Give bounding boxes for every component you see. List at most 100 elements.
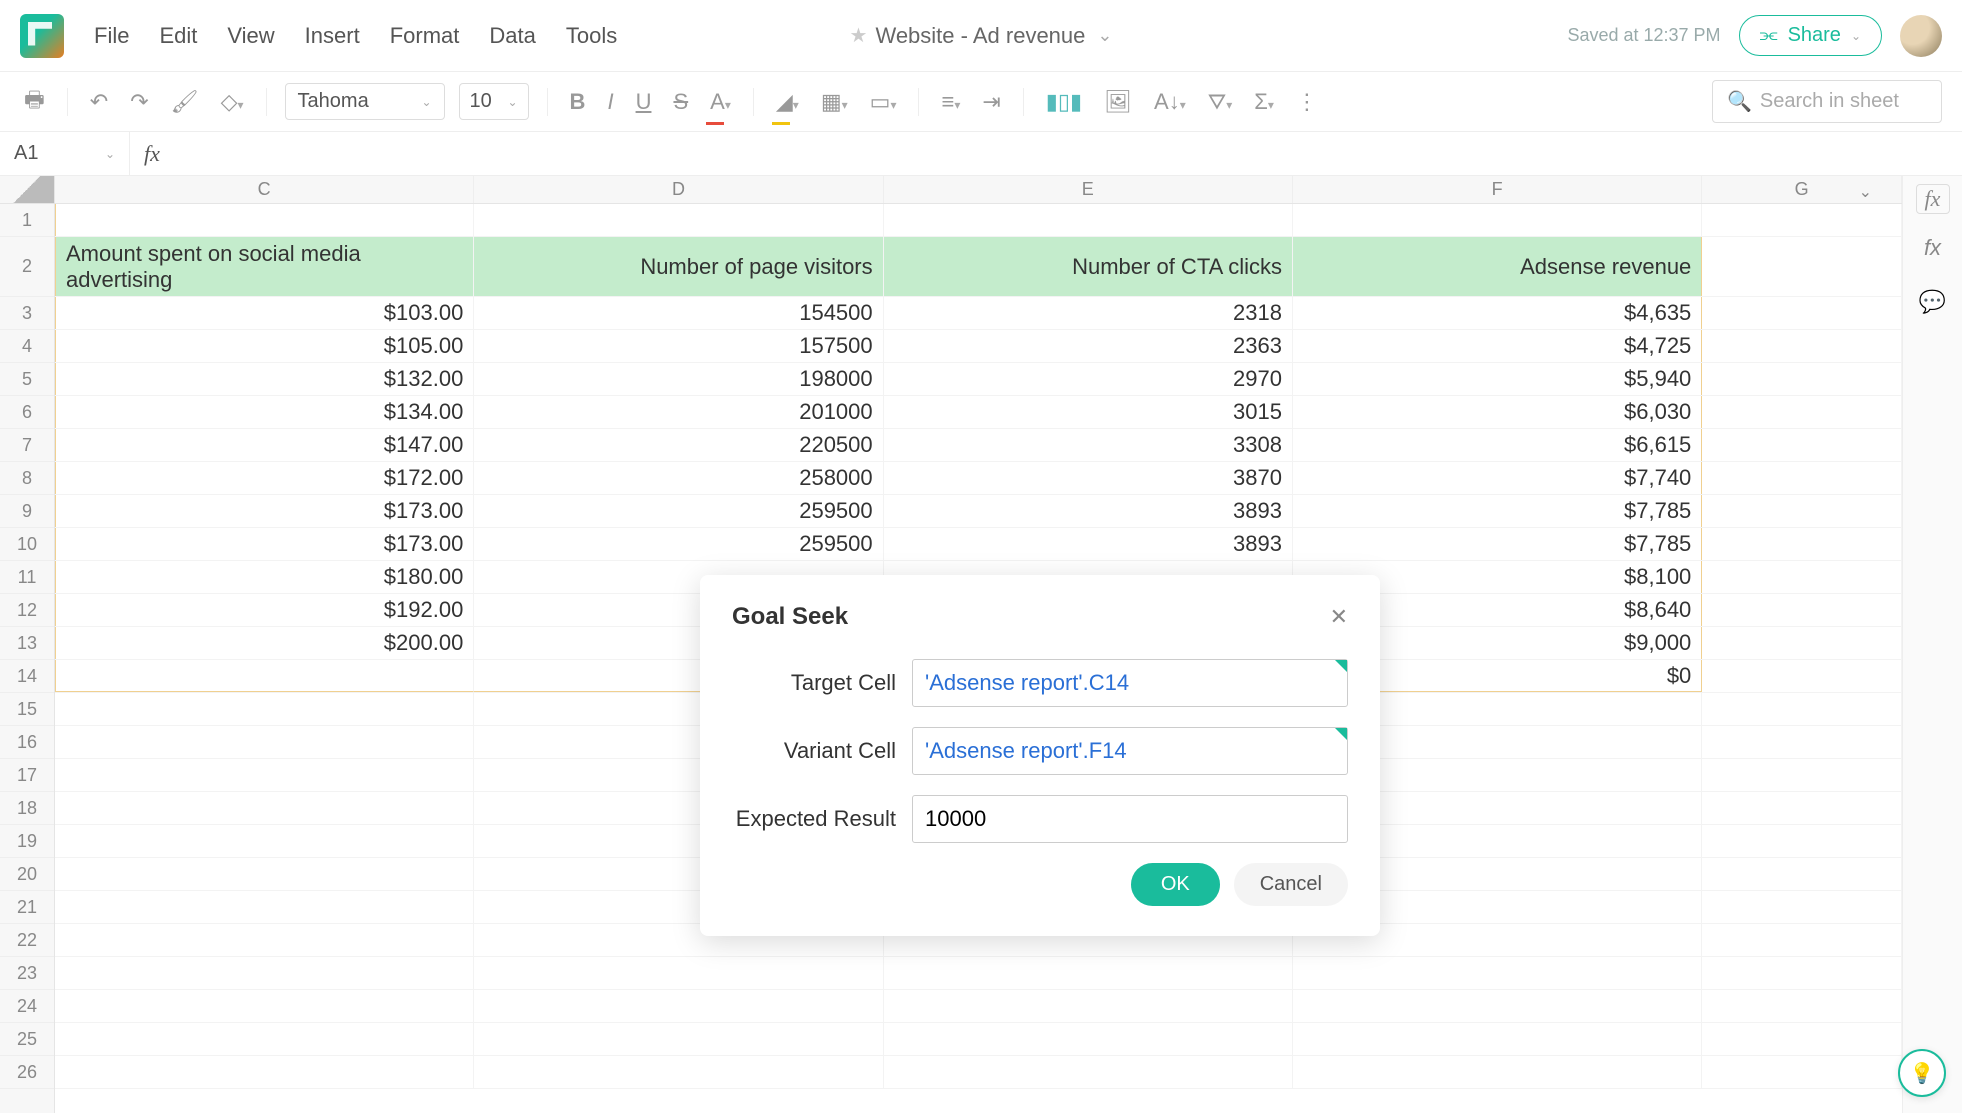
cell[interactable] bbox=[1702, 594, 1902, 626]
chevron-down-icon[interactable]: ⌄ bbox=[1097, 25, 1112, 46]
print-icon[interactable]: 🖶 bbox=[20, 79, 49, 125]
cell[interactable] bbox=[1702, 891, 1902, 923]
menu-format[interactable]: Format bbox=[390, 23, 460, 49]
cell[interactable]: 220500 bbox=[474, 429, 883, 461]
cell[interactable] bbox=[1702, 462, 1902, 494]
menu-view[interactable]: View bbox=[227, 23, 274, 49]
font-family-select[interactable]: Tahoma ⌄ bbox=[285, 83, 445, 120]
row-header[interactable]: 14 bbox=[0, 660, 54, 693]
row-header[interactable]: 19 bbox=[0, 825, 54, 858]
italic-icon[interactable]: I bbox=[603, 85, 617, 119]
cell[interactable] bbox=[884, 957, 1293, 989]
cell[interactable] bbox=[55, 924, 474, 956]
row-header[interactable]: 10 bbox=[0, 528, 54, 561]
cell[interactable] bbox=[1293, 1056, 1702, 1088]
cell[interactable]: $6,030 bbox=[1293, 396, 1702, 428]
cell[interactable] bbox=[1702, 1056, 1902, 1088]
cell[interactable]: 2970 bbox=[884, 363, 1293, 395]
name-box[interactable]: A1 ⌄ bbox=[0, 132, 130, 175]
cell[interactable] bbox=[55, 693, 474, 725]
cell[interactable]: 3015 bbox=[884, 396, 1293, 428]
cell[interactable] bbox=[1702, 660, 1902, 692]
cell[interactable] bbox=[1293, 957, 1702, 989]
row-header[interactable]: 21 bbox=[0, 891, 54, 924]
undo-icon[interactable]: ↶ bbox=[86, 85, 112, 119]
cell[interactable] bbox=[474, 957, 883, 989]
cell[interactable]: 2318 bbox=[884, 297, 1293, 329]
row-header[interactable]: 25 bbox=[0, 1023, 54, 1056]
cell[interactable]: $105.00 bbox=[55, 330, 474, 362]
cell[interactable] bbox=[1702, 429, 1902, 461]
cell[interactable]: Amount spent on social media advertising bbox=[55, 237, 474, 296]
cell[interactable]: 259500 bbox=[474, 528, 883, 560]
cell[interactable]: 3893 bbox=[884, 495, 1293, 527]
borders-icon[interactable]: ▦▾ bbox=[817, 85, 852, 119]
cell[interactable]: $134.00 bbox=[55, 396, 474, 428]
cell[interactable] bbox=[1702, 1023, 1902, 1055]
cell[interactable]: 201000 bbox=[474, 396, 883, 428]
column-header[interactable]: C bbox=[55, 176, 474, 203]
cell[interactable] bbox=[1702, 528, 1902, 560]
help-icon[interactable]: 💡 bbox=[1898, 1049, 1946, 1097]
cell[interactable] bbox=[1702, 363, 1902, 395]
row-header[interactable]: 24 bbox=[0, 990, 54, 1023]
underline-icon[interactable]: U bbox=[632, 85, 656, 119]
app-logo-icon[interactable] bbox=[20, 14, 64, 58]
cell[interactable]: $173.00 bbox=[55, 495, 474, 527]
cell[interactable]: $180.00 bbox=[55, 561, 474, 593]
filter-icon[interactable]: ⛛▾ bbox=[1204, 85, 1237, 119]
row-header[interactable]: 15 bbox=[0, 693, 54, 726]
menu-tools[interactable]: Tools bbox=[566, 23, 617, 49]
cell[interactable] bbox=[55, 759, 474, 791]
cell[interactable]: $132.00 bbox=[55, 363, 474, 395]
menu-insert[interactable]: Insert bbox=[305, 23, 360, 49]
cell[interactable] bbox=[55, 1023, 474, 1055]
row-header[interactable]: 17 bbox=[0, 759, 54, 792]
row-header[interactable]: 16 bbox=[0, 726, 54, 759]
variant-cell-input[interactable]: 'Adsense report'.F14 bbox=[912, 727, 1348, 775]
cell[interactable] bbox=[1702, 825, 1902, 857]
avatar[interactable] bbox=[1900, 15, 1942, 57]
cell[interactable]: $6,615 bbox=[1293, 429, 1702, 461]
more-icon[interactable]: ⋮ bbox=[1292, 85, 1322, 119]
cell[interactable]: 154500 bbox=[474, 297, 883, 329]
cell[interactable] bbox=[55, 825, 474, 857]
side-fx-panel-icon[interactable]: fx bbox=[1913, 228, 1953, 268]
row-header[interactable]: 12 bbox=[0, 594, 54, 627]
cell[interactable] bbox=[1702, 297, 1902, 329]
sum-icon[interactable]: Σ▾ bbox=[1250, 85, 1278, 119]
cell[interactable]: 259500 bbox=[474, 495, 883, 527]
font-size-select[interactable]: 10 ⌄ bbox=[459, 83, 529, 120]
cell[interactable] bbox=[1702, 759, 1902, 791]
column-header[interactable]: G bbox=[1702, 176, 1902, 203]
expected-result-input[interactable]: 10000 bbox=[912, 795, 1348, 843]
cell[interactable] bbox=[474, 1023, 883, 1055]
fill-color-icon[interactable]: ◢▾ bbox=[772, 85, 803, 119]
cell[interactable] bbox=[55, 726, 474, 758]
cell[interactable]: $172.00 bbox=[55, 462, 474, 494]
cell[interactable]: 157500 bbox=[474, 330, 883, 362]
cell[interactable]: 258000 bbox=[474, 462, 883, 494]
search-input[interactable]: 🔍 Search in sheet bbox=[1712, 80, 1942, 123]
cell[interactable]: 2363 bbox=[884, 330, 1293, 362]
row-header[interactable]: 13 bbox=[0, 627, 54, 660]
cell[interactable] bbox=[55, 204, 474, 236]
cell[interactable] bbox=[1702, 990, 1902, 1022]
cell[interactable] bbox=[1702, 627, 1902, 659]
strike-icon[interactable]: S bbox=[669, 85, 692, 119]
cell[interactable] bbox=[55, 660, 474, 692]
sort-icon[interactable]: A↓▾ bbox=[1150, 85, 1190, 119]
cell[interactable] bbox=[1702, 858, 1902, 890]
cell[interactable]: $4,725 bbox=[1293, 330, 1702, 362]
cell[interactable] bbox=[1702, 396, 1902, 428]
star-icon[interactable]: ★ bbox=[850, 23, 868, 48]
cell[interactable] bbox=[884, 1023, 1293, 1055]
cell[interactable] bbox=[55, 792, 474, 824]
row-header[interactable]: 18 bbox=[0, 792, 54, 825]
menu-edit[interactable]: Edit bbox=[159, 23, 197, 49]
cell[interactable] bbox=[55, 957, 474, 989]
row-header[interactable]: 22 bbox=[0, 924, 54, 957]
cell[interactable] bbox=[474, 1056, 883, 1088]
cell[interactable] bbox=[1702, 726, 1902, 758]
target-cell-input[interactable]: 'Adsense report'.C14 bbox=[912, 659, 1348, 707]
